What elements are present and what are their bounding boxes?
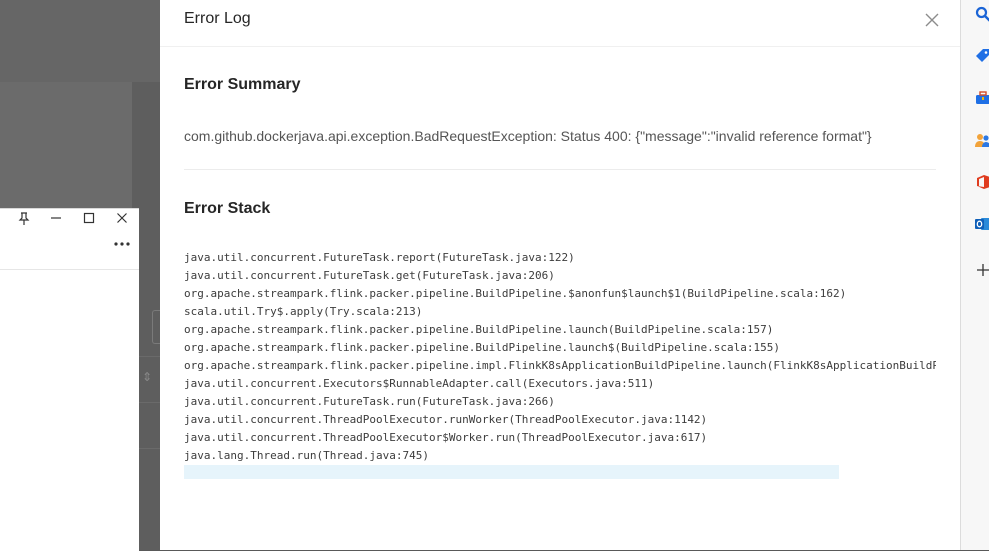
floating-window xyxy=(0,208,139,551)
maximize-button[interactable] xyxy=(81,212,97,228)
close-icon[interactable] xyxy=(922,10,942,30)
search-icon[interactable] xyxy=(975,6,989,22)
background-row-divider xyxy=(139,402,160,403)
stack-line: java.util.concurrent.ThreadPoolExecutor.… xyxy=(184,413,708,426)
add-icon[interactable] xyxy=(975,262,989,278)
stack-line: org.apache.streampark.flink.packer.pipel… xyxy=(184,323,774,336)
more-options-icon[interactable] xyxy=(114,238,130,248)
background-panel xyxy=(0,82,132,208)
stack-line: java.util.concurrent.Executors$RunnableA… xyxy=(184,377,655,390)
stack-line: java.util.concurrent.FutureTask.run(Futu… xyxy=(184,395,555,408)
stack-line: org.apache.streampark.flink.packer.pipel… xyxy=(184,359,936,372)
error-stack-heading: Error Stack xyxy=(184,200,271,217)
stack-line: org.apache.streampark.flink.packer.pipel… xyxy=(184,287,847,300)
window-divider xyxy=(0,269,139,270)
stack-line: org.apache.streampark.flink.packer.pipel… xyxy=(184,341,781,354)
pin-icon[interactable] xyxy=(16,212,32,230)
window-titlebar xyxy=(0,209,139,233)
people-icon[interactable] xyxy=(975,132,989,148)
stack-line: java.util.concurrent.FutureTask.get(Futu… xyxy=(184,269,555,282)
sort-icon: ⇕ xyxy=(142,370,153,384)
stack-line: java.util.concurrent.FutureTask.report(F… xyxy=(184,251,575,264)
text-cursor-line xyxy=(184,465,839,479)
background-app-header xyxy=(0,0,160,82)
tag-icon[interactable] xyxy=(975,48,989,64)
office-icon[interactable] xyxy=(975,174,989,190)
error-summary-heading: Error Summary xyxy=(184,76,301,93)
edge-sidebar xyxy=(960,0,989,550)
stack-line: java.lang.Thread.run(Thread.java:745) xyxy=(184,449,430,462)
background-row-divider xyxy=(139,356,160,357)
error-log-drawer: Error Log Error Summary com.github.docke… xyxy=(160,0,960,550)
outlook-icon[interactable] xyxy=(975,216,989,232)
error-summary-text: com.github.dockerjava.api.exception.BadR… xyxy=(184,128,872,144)
background-row-divider xyxy=(139,448,160,449)
close-window-button[interactable] xyxy=(114,212,130,228)
drawer-title: Error Log xyxy=(184,10,251,27)
error-stack-trace: java.util.concurrent.FutureTask.report(F… xyxy=(184,249,936,465)
minimize-button[interactable] xyxy=(48,212,64,228)
section-divider xyxy=(184,169,936,170)
stack-line: java.util.concurrent.ThreadPoolExecutor$… xyxy=(184,431,708,444)
toolbox-icon[interactable] xyxy=(975,90,989,106)
drawer-header: Error Log xyxy=(160,0,960,47)
stack-line: scala.util.Try$.apply(Try.scala:213) xyxy=(184,305,423,318)
